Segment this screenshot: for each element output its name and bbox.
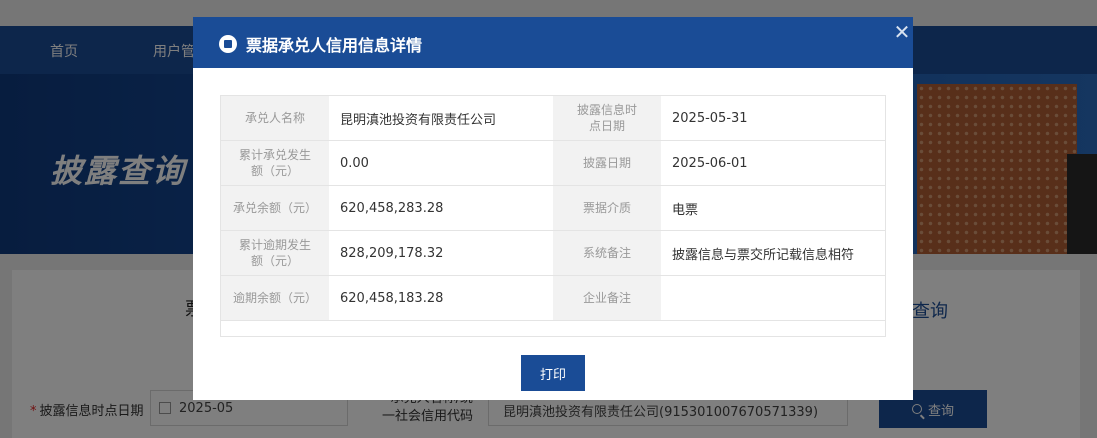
table-row: 累计逾期发生额（元） 828,209,178.32 系统备注 披露信息与票交所记… xyxy=(221,231,885,276)
close-icon[interactable]: ✕ xyxy=(891,21,913,43)
info-table: 承兑人名称 昆明滇池投资有限责任公司 披露信息时点日期 2025-05-31 累… xyxy=(220,95,886,337)
value-overdue-balance: 620,458,183.28 xyxy=(340,290,444,306)
value-system-remark: 披露信息与票交所记载信息相符 xyxy=(672,247,855,263)
table-row: 逾期余额（元） 620,458,183.28 企业备注 xyxy=(221,276,885,321)
label-cumulative-acceptance: 累计承兑发生额（元） xyxy=(221,141,329,185)
modal-title: 票据承兑人信用信息详情 xyxy=(246,36,423,55)
value-disclosure-point-date: 2025-05-31 xyxy=(672,110,748,126)
label-company-remark: 企业备注 xyxy=(553,276,661,320)
label-acceptance-balance: 承兑余额（元） xyxy=(221,186,329,230)
table-row: 承兑余额（元） 620,458,283.28 票据介质 电票 xyxy=(221,186,885,231)
label-acceptor-name: 承兑人名称 xyxy=(221,96,329,140)
label-disclosure-date: 披露日期 xyxy=(553,141,661,185)
label-overdue-balance: 逾期余额（元） xyxy=(221,276,329,320)
value-cumulative-overdue: 828,209,178.32 xyxy=(340,245,444,261)
document-icon xyxy=(219,35,237,53)
table-row: 累计承兑发生额（元） 0.00 披露日期 2025-06-01 xyxy=(221,141,885,186)
label-disclosure-point-date: 披露信息时点日期 xyxy=(553,96,661,140)
modal-header: 票据承兑人信用信息详情 xyxy=(193,17,913,68)
value-disclosure-date: 2025-06-01 xyxy=(672,155,748,171)
label-system-remark: 系统备注 xyxy=(553,231,661,275)
value-cumulative-acceptance: 0.00 xyxy=(340,155,369,171)
detail-modal: 票据承兑人信用信息详情 ✕ 承兑人名称 昆明滇池投资有限责任公司 披露信息时点日… xyxy=(193,17,913,400)
value-company-remark xyxy=(661,276,885,320)
value-acceptance-balance: 620,458,283.28 xyxy=(340,200,444,216)
value-acceptor-name: 昆明滇池投资有限责任公司 xyxy=(340,112,497,128)
value-bill-medium: 电票 xyxy=(672,202,699,218)
label-bill-medium: 票据介质 xyxy=(553,186,661,230)
print-button[interactable]: 打印 xyxy=(521,355,585,391)
table-row: 承兑人名称 昆明滇池投资有限责任公司 披露信息时点日期 2025-05-31 xyxy=(221,96,885,141)
label-cumulative-overdue: 累计逾期发生额（元） xyxy=(221,231,329,275)
